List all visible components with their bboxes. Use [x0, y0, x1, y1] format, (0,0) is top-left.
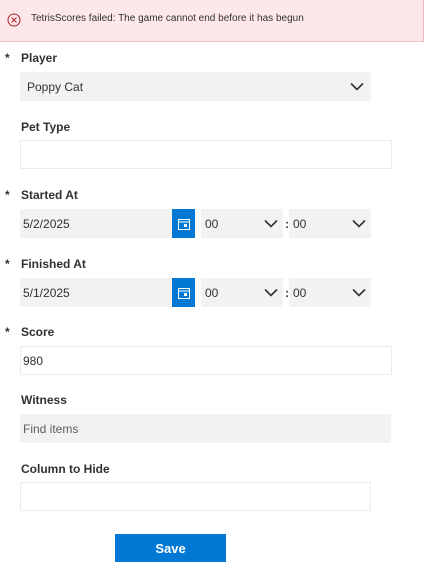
player-value: Poppy Cat	[27, 79, 84, 94]
started-at-date-value: 5/2/2025	[23, 216, 70, 231]
finished-at-minute-value: 00	[293, 285, 307, 300]
calendar-icon	[177, 218, 190, 230]
chevron-down-icon	[352, 219, 366, 228]
chevron-down-icon	[264, 219, 278, 228]
finished-at-hour-dropdown[interactable]: 00	[201, 278, 283, 307]
witness-placeholder: Find items	[23, 421, 79, 436]
score-label: Score	[21, 325, 55, 339]
started-at-minute-value: 00	[293, 216, 307, 231]
required-marker-player: *	[5, 51, 10, 65]
column-to-hide-input[interactable]	[20, 482, 371, 511]
error-message-bar: TetrisScores failed: The game cannot end…	[0, 0, 424, 42]
column-to-hide-label: Column to Hide	[21, 462, 110, 476]
player-dropdown[interactable]: Poppy Cat	[20, 72, 371, 101]
chevron-down-icon	[350, 82, 364, 91]
required-marker-started-at: *	[5, 188, 10, 202]
pet-type-input[interactable]	[20, 140, 392, 169]
chevron-down-icon	[352, 288, 366, 297]
chevron-down-icon	[264, 288, 278, 297]
started-at-hour-value: 00	[205, 216, 219, 231]
error-circle-icon	[7, 13, 21, 27]
score-value: 980	[23, 353, 44, 368]
error-message-text: TetrisScores failed: The game cannot end…	[31, 13, 304, 24]
started-at-label: Started At	[21, 188, 78, 202]
pet-type-label: Pet Type	[21, 120, 71, 134]
finished-at-date-value: 5/1/2025	[23, 285, 70, 300]
required-marker-score: *	[5, 325, 10, 339]
finished-at-minute-dropdown[interactable]: 00	[289, 278, 371, 307]
started-at-calendar-button[interactable]	[172, 209, 195, 238]
started-at-hour-dropdown[interactable]: 00	[201, 209, 283, 238]
finished-at-label: Finished At	[21, 257, 86, 271]
save-button[interactable]: Save	[115, 534, 226, 562]
finished-at-date-input[interactable]: 5/1/2025	[20, 278, 173, 307]
required-marker-finished-at: *	[5, 257, 10, 271]
started-at-minute-dropdown[interactable]: 00	[289, 209, 371, 238]
calendar-icon	[177, 287, 190, 299]
player-label: Player	[21, 51, 58, 65]
finished-at-calendar-button[interactable]	[172, 278, 195, 307]
score-input[interactable]: 980	[20, 346, 392, 375]
witness-label: Witness	[21, 393, 67, 407]
witness-people-picker[interactable]: Find items	[20, 414, 391, 443]
finished-at-hour-value: 00	[205, 285, 219, 300]
started-at-date-input[interactable]: 5/2/2025	[20, 209, 173, 238]
